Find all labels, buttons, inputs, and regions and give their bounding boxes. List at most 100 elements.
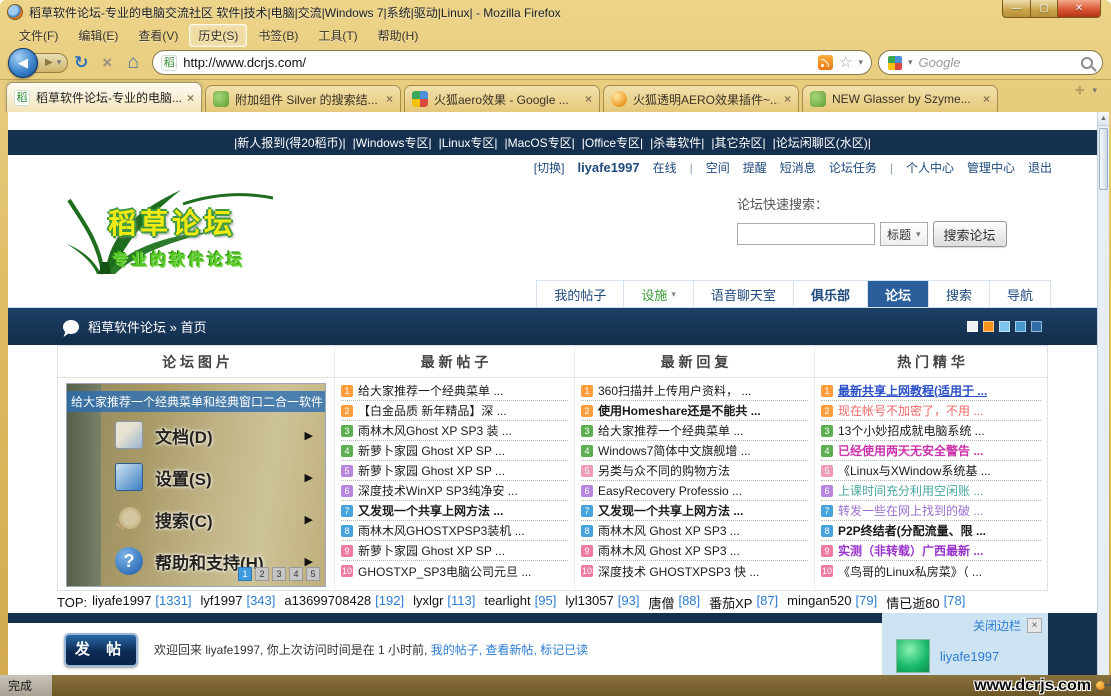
url-bar[interactable]: 稻 http://www.dcrjs.com/ ☆ ▾: [152, 50, 872, 75]
post-link[interactable]: EasyRecovery Professio ...: [598, 484, 742, 498]
forum-nav-link[interactable]: |论坛闲聊区(水区)|: [773, 134, 871, 151]
post-row[interactable]: 7 又发现一个共享上网方法 ...: [341, 501, 568, 521]
post-link[interactable]: 新萝卜家园 Ghost XP SP ...: [358, 462, 505, 479]
post-row[interactable]: 8 雨林木风 Ghost XP SP3 ...: [581, 521, 808, 541]
forum-nav-link[interactable]: |杀毒软件|: [650, 134, 704, 151]
post-row[interactable]: 5 新萝卜家园 Ghost XP SP ...: [341, 461, 568, 481]
slideshow-page-button[interactable]: 3: [272, 567, 286, 581]
top-user[interactable]: lyl13057 [93]: [565, 593, 639, 612]
userbar-link[interactable]: 个人中心: [906, 159, 954, 176]
top-user-name[interactable]: tearlight: [484, 593, 530, 612]
search-forum-button[interactable]: 搜索论坛: [933, 221, 1007, 247]
stop-button[interactable]: ×: [94, 53, 120, 73]
post-link[interactable]: 新萝卜家园 Ghost XP SP ...: [358, 542, 505, 559]
style-swatch[interactable]: [983, 321, 994, 332]
post-link[interactable]: 雨林木风 Ghost XP SP3 ...: [598, 542, 740, 559]
post-row[interactable]: 2 【白金品质 新年精品】深 ...: [341, 401, 568, 421]
post-link[interactable]: 最新共享上网教程(适用于 ...: [838, 382, 987, 399]
post-link[interactable]: 13个小妙招成就电脑系统 ...: [838, 422, 985, 439]
post-row[interactable]: 6 上课时间充分利用空闲账 ...: [821, 481, 1041, 501]
post-row[interactable]: 3 雨林木风Ghost XP SP3 装 ...: [341, 421, 568, 441]
top-user[interactable]: 情已逝80 [78]: [886, 593, 965, 612]
forum-nav-link[interactable]: |Office专区|: [582, 134, 643, 151]
post-link[interactable]: 上课时间充分利用空闲账 ...: [838, 482, 983, 499]
urlbar-dropdown-caret-icon[interactable]: ▾: [858, 57, 863, 68]
history-dropdown-caret-icon[interactable]: ▾: [57, 57, 62, 68]
search-box[interactable]: ▾ Google: [878, 50, 1103, 75]
post-row[interactable]: 6 EasyRecovery Professio ...: [581, 481, 808, 501]
tab-close-icon[interactable]: ×: [784, 92, 791, 106]
sidebar-username[interactable]: liyafe1997: [940, 649, 999, 664]
new-post-button[interactable]: 发 帖: [64, 633, 138, 667]
menu-item[interactable]: 帮助(H): [369, 24, 428, 47]
switch-user-link[interactable]: [切换]: [534, 159, 565, 176]
post-link[interactable]: 深度技术WinXP SP3纯净安 ...: [358, 482, 518, 499]
title-bar[interactable]: 稻草软件论坛-专业的电脑交流社区 软件|技术|电脑|交流|Windows 7|系…: [0, 0, 1111, 24]
post-row[interactable]: 4 已经使用两天无安全警告 ...: [821, 441, 1041, 461]
browser-tab[interactable]: NEW Glasser by Szyme... ×: [802, 85, 998, 112]
post-row[interactable]: 6 深度技术WinXP SP3纯净安 ...: [341, 481, 568, 501]
post-row[interactable]: 9 实测（非转载）广西最新 ...: [821, 541, 1041, 561]
forum-nav-link[interactable]: |其它杂区|: [711, 134, 765, 151]
username[interactable]: liyafe1997: [577, 160, 639, 175]
userbar-link[interactable]: 退出: [1028, 159, 1052, 176]
tab-close-icon[interactable]: ×: [187, 91, 194, 105]
forward-button-group[interactable]: ▶ ▾: [34, 53, 68, 73]
post-row[interactable]: 1 360扫描并上传用户资料， ...: [581, 381, 808, 401]
userbar-link[interactable]: 论坛任务: [829, 159, 877, 176]
post-link[interactable]: 已经使用两天无安全警告 ...: [838, 442, 983, 459]
resize-grip[interactable]: [1102, 676, 1110, 684]
style-swatch[interactable]: [999, 321, 1010, 332]
slideshow-page-button[interactable]: 2: [255, 567, 269, 581]
browser-tab[interactable]: 火狐透明AERO效果插件~... ×: [603, 85, 799, 112]
post-link[interactable]: 转发一些在网上找到的破 ...: [838, 502, 983, 519]
page-scrollbar[interactable]: ▲: [1097, 112, 1109, 675]
forum-nav-tab[interactable]: 搜索 ▾: [928, 280, 989, 307]
post-link[interactable]: 实测（非转载）广西最新 ...: [838, 542, 983, 559]
forum-nav-tab[interactable]: 论坛 ▾: [867, 280, 928, 307]
post-row[interactable]: 10 GHOSTXP_SP3电脑公司元旦 ...: [341, 561, 568, 581]
tab-close-icon[interactable]: ×: [585, 92, 592, 106]
post-row[interactable]: 9 新萝卜家园 Ghost XP SP ...: [341, 541, 568, 561]
forum-nav-tab[interactable]: 俱乐部 ▾: [793, 280, 867, 307]
breadcrumb-page[interactable]: 首页: [181, 320, 207, 335]
post-link[interactable]: 雨林木风 Ghost XP SP3 ...: [598, 522, 740, 539]
slideshow-image[interactable]: 给大家推荐一个经典菜单和经典窗口二合一软件 Ultimate 文档(D) ▶: [66, 383, 326, 587]
home-button[interactable]: ⌂: [120, 52, 146, 74]
forum-nav-tab[interactable]: 导航 ▾: [989, 280, 1051, 307]
menu-item[interactable]: 编辑(E): [69, 24, 127, 47]
post-link[interactable]: GHOSTXP_SP3电脑公司元旦 ...: [358, 563, 531, 580]
post-link[interactable]: P2P终结者(分配流量、限 ...: [838, 522, 986, 539]
top-user-name[interactable]: liyafe1997: [92, 593, 151, 612]
avatar[interactable]: [896, 639, 930, 673]
scroll-up-arrow-icon[interactable]: ▲: [1098, 112, 1109, 126]
post-link[interactable]: 《Linux与XWindow系统基 ...: [838, 462, 991, 479]
top-user-name[interactable]: a13699708428: [284, 593, 371, 612]
forum-nav-tab[interactable]: 我的帖子 ▾: [536, 280, 623, 307]
post-row[interactable]: 8 P2P终结者(分配流量、限 ...: [821, 521, 1041, 541]
breadcrumb-text[interactable]: 稻草软件论坛 » 首页: [88, 317, 207, 336]
top-user[interactable]: a13699708428 [192]: [284, 593, 404, 612]
menu-item[interactable]: 文件(F): [10, 24, 67, 47]
rss-icon[interactable]: [818, 55, 833, 70]
slideshow-page-button[interactable]: 5: [306, 567, 320, 581]
maximize-button[interactable]: ▢: [1031, 0, 1058, 18]
quick-search-input[interactable]: [737, 223, 875, 245]
top-user[interactable]: mingan520 [79]: [787, 593, 877, 612]
post-link[interactable]: 现在帐号不加密了，不用 ...: [838, 402, 983, 419]
post-link[interactable]: 雨林木风GHOSTXPSP3装机 ...: [358, 522, 525, 539]
post-row[interactable]: 2 现在帐号不加密了，不用 ...: [821, 401, 1041, 421]
slideshow-page-button[interactable]: 4: [289, 567, 303, 581]
top-user[interactable]: liyafe1997 [1331]: [92, 593, 191, 612]
post-row[interactable]: 5 另类与众不同的购物方法: [581, 461, 808, 481]
close-icon[interactable]: ×: [1027, 618, 1042, 633]
post-row[interactable]: 3 给大家推荐一个经典菜单 ...: [581, 421, 808, 441]
top-user-name[interactable]: mingan520: [787, 593, 851, 612]
post-row[interactable]: 10 《鸟哥的Linux私房菜》（ ...: [821, 561, 1041, 581]
menu-item[interactable]: 历史(S): [189, 24, 247, 47]
post-link[interactable]: 《鸟哥的Linux私房菜》（ ...: [838, 563, 982, 580]
menu-item[interactable]: 书签(B): [249, 24, 307, 47]
top-user-name[interactable]: 情已逝80: [886, 593, 939, 612]
top-user-name[interactable]: lyl13057: [565, 593, 613, 612]
menu-item[interactable]: 工具(T): [309, 24, 366, 47]
